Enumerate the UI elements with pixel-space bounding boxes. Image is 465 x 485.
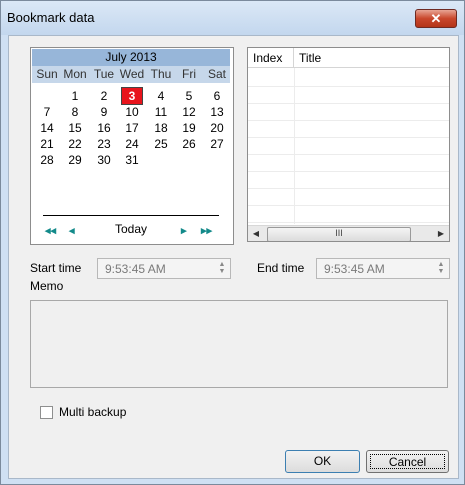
next-month-icon[interactable]: ▸ — [181, 224, 187, 237]
calendar-day-19[interactable]: 19 — [179, 120, 199, 136]
spin-up-icon[interactable]: ▲ — [219, 261, 226, 268]
calendar-day-29[interactable]: 29 — [65, 152, 85, 168]
calendar-day-14[interactable]: 14 — [37, 120, 57, 136]
scroll-thumb[interactable]: III — [267, 227, 411, 241]
calendar-divider — [43, 215, 219, 216]
memo-textarea[interactable] — [30, 300, 448, 388]
list-row-line — [248, 222, 449, 223]
calendar-day-26[interactable]: 26 — [179, 136, 199, 152]
start-time-spinner[interactable]: ▲ ▼ — [216, 261, 228, 276]
calendar-day-24[interactable]: 24 — [122, 136, 142, 152]
calendar-month-label[interactable]: July 2013 — [32, 49, 230, 66]
column-divider — [294, 68, 295, 224]
window-title: Bookmark data — [7, 10, 95, 25]
list-row-line — [248, 120, 449, 121]
weekday-fri: Fri — [182, 67, 196, 81]
calendar-day-20[interactable]: 20 — [207, 120, 227, 136]
prev-month-icon[interactable]: ◂ — [69, 224, 75, 237]
bookmark-dialog: Bookmark data ✕ July 2013 Sun Mon Tue Wed Th… — [0, 0, 465, 485]
list-row-line — [248, 86, 449, 87]
calendar-day-11[interactable]: 11 — [151, 104, 171, 120]
calendar-day-25[interactable]: 25 — [151, 136, 171, 152]
calendar-day-3[interactable]: 3 — [121, 87, 143, 105]
weekday-sat: Sat — [207, 67, 226, 81]
weekday-wed: Wed — [119, 67, 145, 81]
list-row-line — [248, 205, 449, 206]
calendar-day-27[interactable]: 27 — [207, 136, 227, 152]
end-time-label: End time — [257, 261, 305, 275]
column-header-index[interactable]: Index — [248, 48, 294, 68]
calendar-day-17[interactable]: 17 — [122, 120, 142, 136]
multi-backup-checkbox[interactable] — [40, 406, 53, 419]
weekday-thu: Thu — [150, 67, 172, 81]
ok-button[interactable]: OK — [285, 450, 360, 473]
cancel-button[interactable]: Cancel — [366, 450, 449, 473]
scroll-right-icon[interactable]: ▶ — [433, 226, 449, 241]
calendar-day-21[interactable]: 21 — [37, 136, 57, 152]
scroll-left-icon[interactable]: ◀ — [248, 226, 264, 241]
list-row-line — [248, 154, 449, 155]
calendar-day-10[interactable]: 10 — [122, 104, 142, 120]
calendar[interactable]: July 2013 Sun Mon Tue Wed Thu Fri Sat 12345678… — [30, 47, 234, 245]
calendar-day-15[interactable]: 15 — [65, 120, 85, 136]
horizontal-scrollbar[interactable]: ◀ III ▶ — [248, 225, 449, 241]
calendar-day-22[interactable]: 22 — [65, 136, 85, 152]
end-time-value[interactable]: 9:53:45 AM — [324, 262, 385, 276]
column-header-title[interactable]: Title — [294, 48, 449, 68]
calendar-day-16[interactable]: 16 — [94, 120, 114, 136]
weekday-mon: Mon — [63, 67, 87, 81]
calendar-day-6[interactable]: 6 — [207, 88, 227, 104]
list-row-line — [248, 137, 449, 138]
dialog-body: July 2013 Sun Mon Tue Wed Thu Fri Sat 12345678… — [8, 35, 459, 479]
list-row-line — [248, 171, 449, 172]
calendar-day-18[interactable]: 18 — [151, 120, 171, 136]
spin-up-icon[interactable]: ▲ — [438, 261, 445, 268]
calendar-day-4[interactable]: 4 — [151, 88, 171, 104]
calendar-day-23[interactable]: 23 — [94, 136, 114, 152]
prev-year-icon[interactable]: ◂◂ — [45, 224, 56, 237]
close-icon: ✕ — [430, 11, 442, 26]
calendar-day-7[interactable]: 7 — [37, 104, 57, 120]
list-row-line — [248, 103, 449, 104]
cancel-button-label: Cancel — [370, 454, 445, 469]
start-time-label: Start time — [30, 261, 82, 275]
title-bar[interactable]: Bookmark data ✕ — [1, 1, 464, 35]
weekday-tue: Tue — [93, 67, 115, 81]
memo-label: Memo — [30, 279, 64, 293]
spin-down-icon[interactable]: ▼ — [438, 268, 445, 275]
calendar-day-8[interactable]: 8 — [65, 104, 85, 120]
spin-down-icon[interactable]: ▼ — [219, 268, 226, 275]
list-row-line — [248, 188, 449, 189]
calendar-day-5[interactable]: 5 — [179, 88, 199, 104]
calendar-day-1[interactable]: 1 — [65, 88, 85, 104]
start-time-picker[interactable]: 9:53:45 AM ▲ ▼ — [97, 258, 231, 279]
weekday-sun: Sun — [36, 67, 58, 81]
calendar-day-2[interactable]: 2 — [94, 88, 114, 104]
calendar-day-30[interactable]: 30 — [94, 152, 114, 168]
next-year-icon[interactable]: ▸▸ — [201, 224, 212, 237]
close-button[interactable]: ✕ — [415, 9, 457, 28]
calendar-day-28[interactable]: 28 — [37, 152, 57, 168]
calendar-day-9[interactable]: 9 — [94, 104, 114, 120]
today-button[interactable]: Today — [115, 222, 147, 236]
bookmark-list[interactable]: Index Title ◀ III ▶ — [247, 47, 450, 242]
start-time-value[interactable]: 9:53:45 AM — [105, 262, 166, 276]
end-time-picker[interactable]: 9:53:45 AM ▲ ▼ — [316, 258, 450, 279]
multi-backup-label[interactable]: Multi backup — [59, 405, 126, 419]
calendar-day-13[interactable]: 13 — [207, 104, 227, 120]
end-time-spinner[interactable]: ▲ ▼ — [435, 261, 447, 276]
calendar-day-31[interactable]: 31 — [122, 152, 142, 168]
calendar-day-12[interactable]: 12 — [179, 104, 199, 120]
